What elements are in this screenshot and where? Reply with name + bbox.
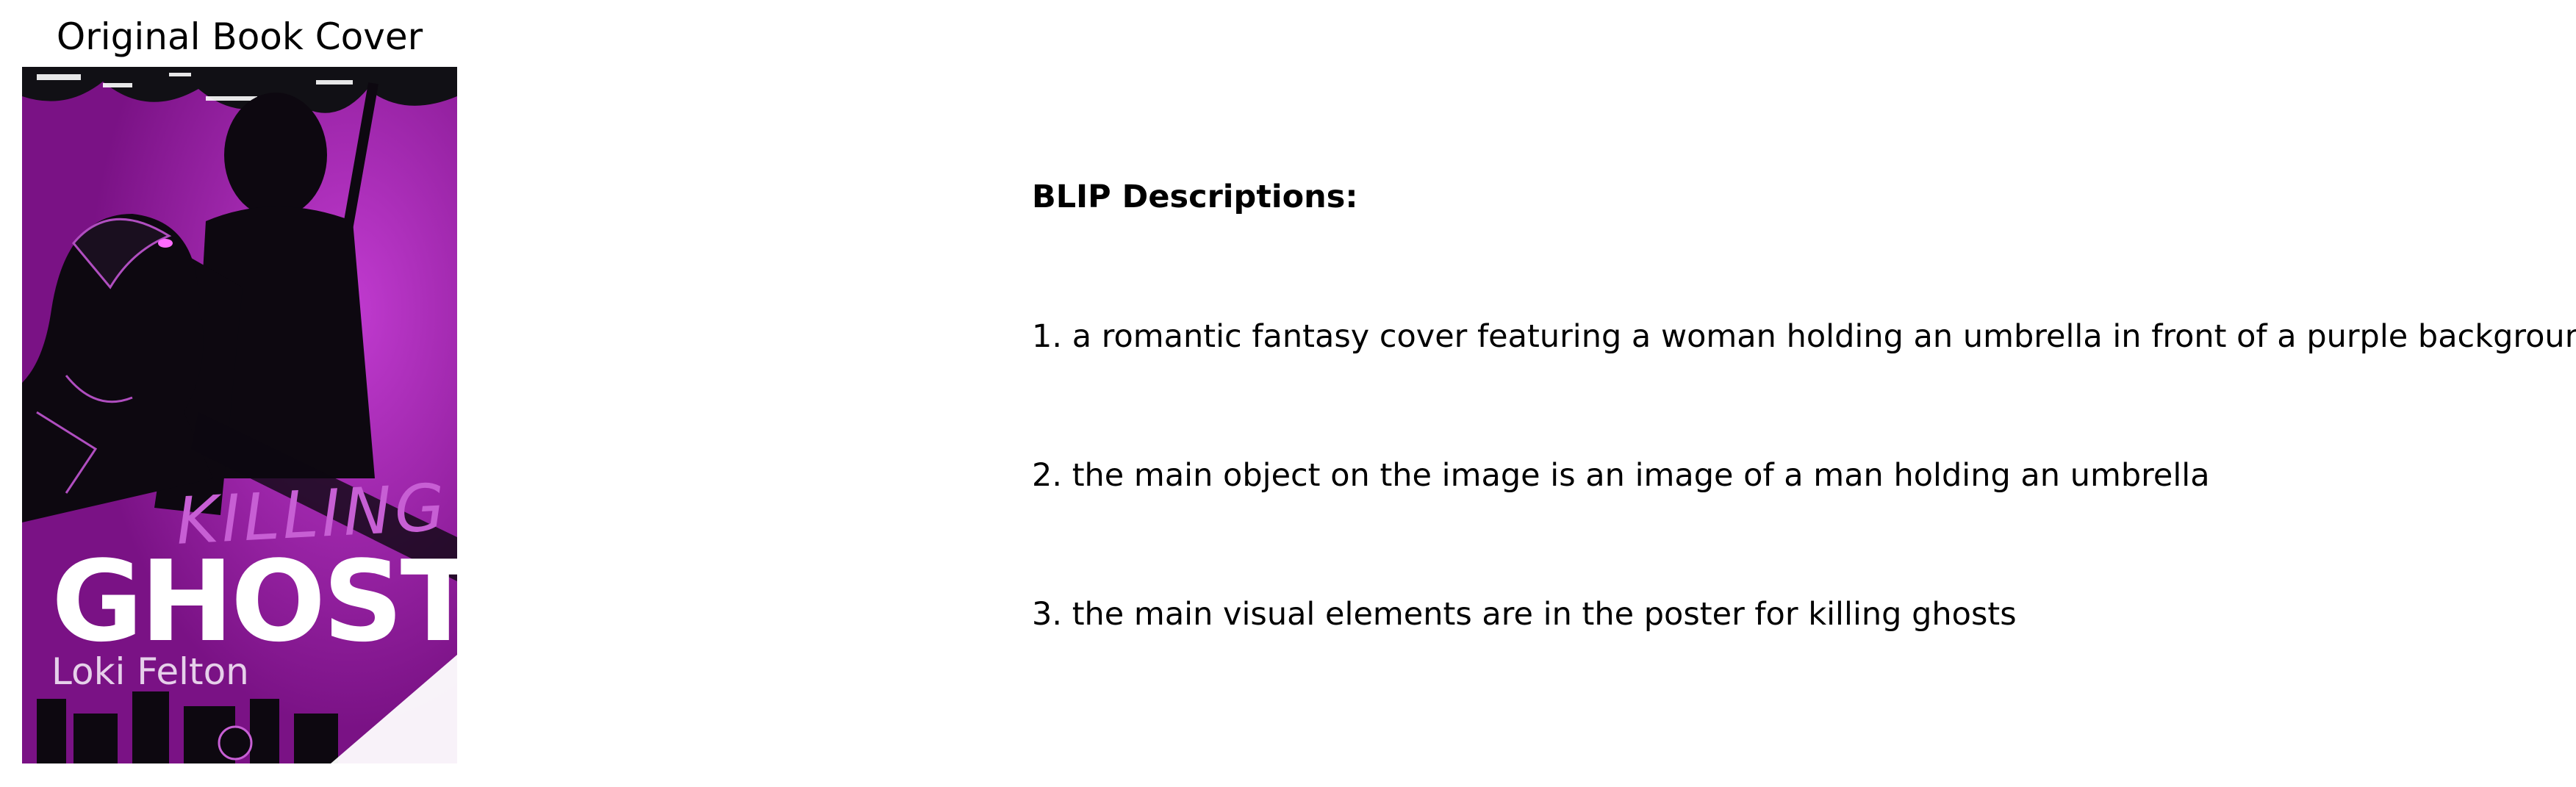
publisher-logo: [218, 725, 253, 761]
description-item-1: 1. a romantic fantasy cover featuring a …: [1032, 318, 2576, 355]
description-item-3: 3. the main visual elements are in the p…: [1032, 596, 2017, 633]
descriptions-heading: BLIP Descriptions:: [1032, 179, 1358, 215]
book-cover-image: KILLING GHOSTS Loki Felton: [22, 67, 457, 763]
cover-author: Loki Felton: [51, 650, 249, 693]
cover-title-large: GHOSTS: [51, 536, 457, 666]
figure-title: Original Book Cover: [56, 15, 423, 58]
description-item-2: 2. the main object on the image is an im…: [1032, 457, 2210, 494]
